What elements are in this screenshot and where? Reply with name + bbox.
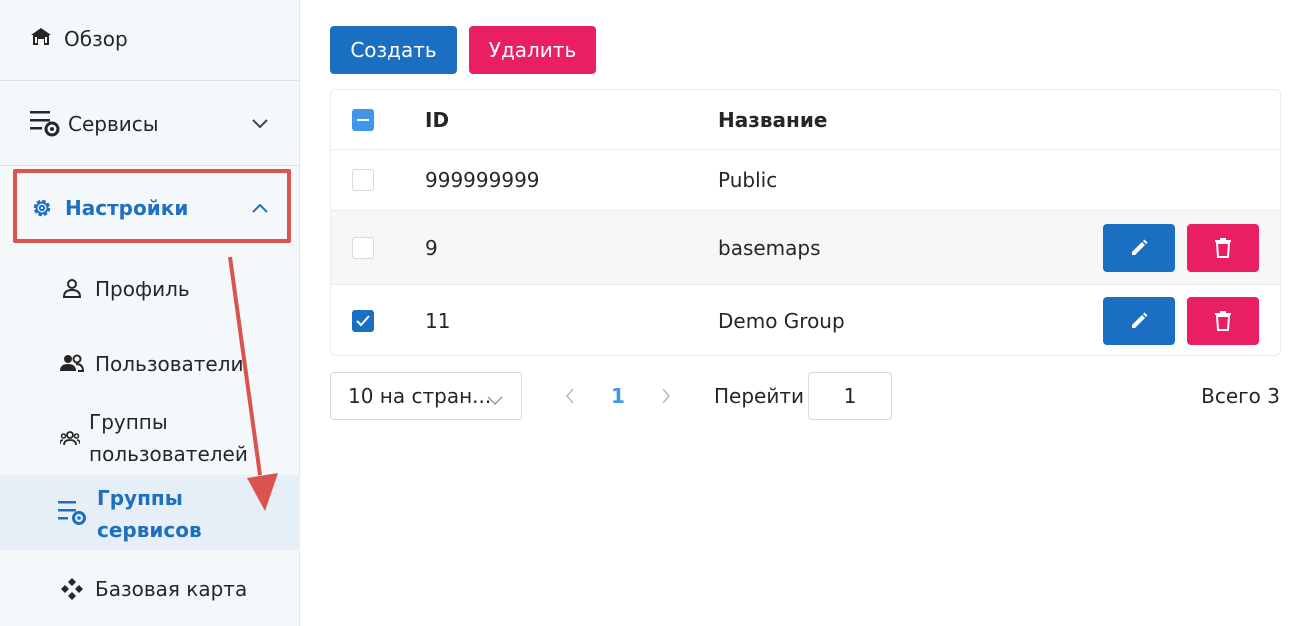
cell-id: 11: [425, 309, 451, 333]
delete-row-button[interactable]: [1187, 297, 1259, 345]
nav-services[interactable]: Сервисы: [0, 102, 300, 146]
delete-button[interactable]: Удалить: [469, 26, 596, 74]
annotation-highlight-box: [13, 169, 291, 243]
sidebar-item-basemap[interactable]: Базовая карта: [0, 566, 300, 612]
sidebar-item-label: Профиль: [95, 277, 190, 301]
service-settings-icon: [58, 499, 88, 527]
chevron-down-icon: [487, 387, 503, 411]
nav-services-label: Сервисы: [68, 112, 159, 136]
page-size-select[interactable]: 10 на стран...: [330, 372, 522, 420]
total-count: Всего 3: [1201, 384, 1280, 408]
chevron-right-icon: [662, 388, 670, 404]
page-number[interactable]: 1: [600, 380, 636, 412]
home-icon: [30, 27, 52, 47]
goto-page-input[interactable]: [808, 372, 892, 420]
row-checkbox[interactable]: [352, 310, 374, 332]
person-icon: [62, 278, 82, 298]
users-icon: [60, 353, 84, 373]
nav-overview[interactable]: Обзор: [0, 18, 300, 60]
prev-page-button[interactable]: [560, 384, 580, 408]
pencil-icon: [1132, 239, 1148, 255]
cell-name: Public: [718, 168, 778, 192]
page-size-value: 10 на стран...: [348, 384, 492, 408]
cell-name: Demo Group: [718, 309, 845, 333]
groups-table: ID Название 999999999 Public 9 basemaps …: [330, 89, 1281, 356]
row-checkbox[interactable]: [352, 236, 374, 259]
edit-button[interactable]: [1103, 297, 1175, 345]
goto-label: Перейти: [714, 384, 804, 408]
pencil-icon: [1132, 312, 1148, 328]
select-all-checkbox[interactable]: [352, 108, 374, 131]
chevron-down-icon[interactable]: [250, 114, 270, 134]
nav-overview-label: Обзор: [64, 27, 128, 51]
chevron-left-icon: [566, 388, 574, 404]
sidebar-item-label: Базовая карта: [95, 577, 248, 601]
edit-button[interactable]: [1103, 223, 1175, 272]
divider: [0, 80, 300, 81]
cell-id: 9: [425, 235, 438, 260]
trash-icon: [1215, 237, 1231, 258]
table-row[interactable]: 999999999 Public: [331, 150, 1280, 211]
service-settings-icon: [30, 108, 62, 138]
divider: [0, 165, 300, 166]
next-page-button[interactable]: [656, 384, 676, 408]
column-header-id[interactable]: ID: [425, 108, 449, 132]
basemap-icon: [61, 578, 83, 600]
table-header-row: ID Название: [331, 90, 1280, 150]
table-row[interactable]: 9 basemaps: [331, 211, 1280, 285]
sidebar-item-label-line1: Группы: [97, 486, 183, 510]
sidebar-item-label-line2: сервисов: [97, 518, 202, 542]
cell-name: basemaps: [718, 235, 821, 260]
row-checkbox[interactable]: [352, 169, 374, 191]
sidebar-item-label-line1: Группы: [89, 410, 168, 434]
user-groups-icon: [60, 430, 80, 446]
cell-id: 999999999: [425, 168, 540, 192]
delete-row-button[interactable]: [1187, 223, 1259, 272]
column-header-name[interactable]: Название: [718, 108, 827, 132]
trash-icon: [1215, 311, 1231, 331]
annotation-arrow: [228, 256, 278, 511]
create-button[interactable]: Создать: [330, 26, 457, 74]
table-row[interactable]: 11 Demo Group: [331, 285, 1280, 355]
